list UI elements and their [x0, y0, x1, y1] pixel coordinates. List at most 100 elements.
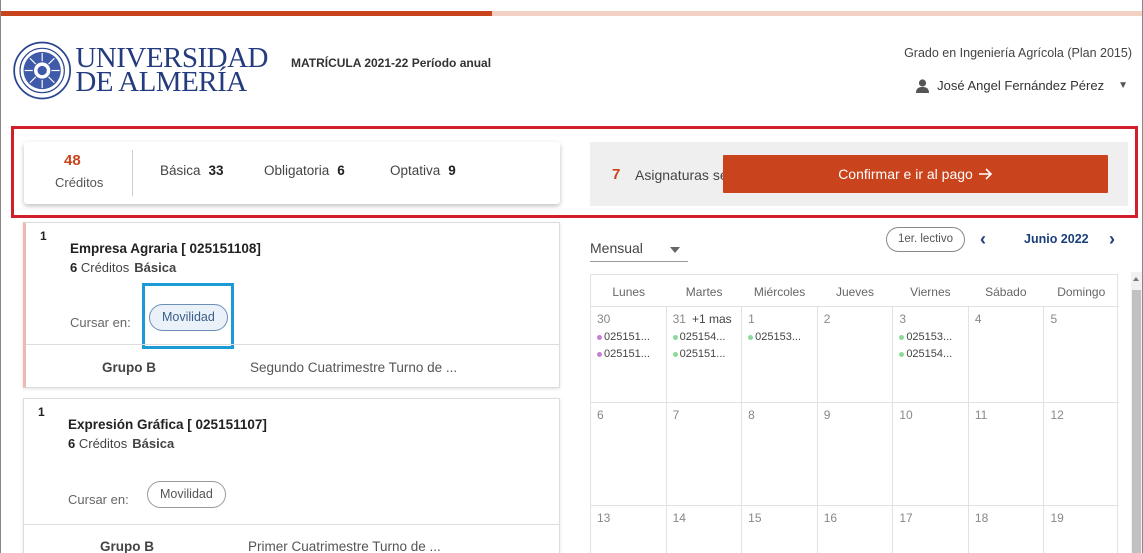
dot-icon: [672, 334, 678, 340]
calendar-day[interactable]: 15: [742, 506, 818, 553]
course-number: 1: [38, 405, 45, 419]
calendar-day[interactable]: 12: [1044, 403, 1119, 505]
calendar-day[interactable]: 11: [969, 403, 1045, 505]
credits-label: Créditos: [55, 175, 104, 190]
calendar-day[interactable]: 30 025151... 025151...: [591, 307, 667, 402]
calendar-day[interactable]: 5: [1044, 307, 1119, 402]
course-card[interactable]: 1 Empresa Agraria [ 025151108] 6 Crédito…: [23, 222, 560, 388]
divider: [132, 150, 133, 196]
calendar-event[interactable]: 025153...: [748, 331, 817, 343]
day-number: 14: [672, 511, 686, 525]
calendar-event[interactable]: 025154...: [672, 331, 742, 343]
calendar-day[interactable]: 6: [591, 403, 667, 505]
course-title: Expresión Gráfica [ 025151107]: [68, 417, 267, 432]
credits-total: 48: [64, 152, 81, 169]
day-number: 8: [748, 408, 755, 422]
user-name: José Angel Fernández Pérez: [937, 78, 1105, 93]
calendar-day[interactable]: 19: [1044, 506, 1119, 553]
cursar-label: Cursar en:: [70, 315, 131, 330]
view-select-value: Mensual: [590, 240, 643, 256]
matricula-title: MATRÍCULA 2021-22 Período anual: [291, 56, 492, 70]
calendar-day[interactable]: 7: [667, 403, 743, 505]
progress-bar: [1, 11, 1142, 16]
caret-down-icon: [670, 247, 680, 253]
calendar-day[interactable]: 9: [818, 403, 894, 505]
calendar-day[interactable]: 13: [591, 506, 667, 553]
progress-bar-fill: [1, 11, 493, 16]
dot-icon: [672, 351, 678, 357]
month-grid: Lunes Martes Miércoles Jueves Viernes Sá…: [590, 274, 1119, 553]
selected-count: 7: [612, 166, 621, 183]
calendar-event[interactable]: 025153...: [899, 331, 968, 343]
day-number: 17: [899, 511, 913, 525]
course-title: Empresa Agraria [ 025151108]: [70, 241, 261, 256]
calendar-event[interactable]: 025151...: [597, 348, 666, 360]
day-number: 19: [1050, 511, 1064, 525]
dot-icon: [748, 334, 754, 340]
university-name-line2: DE ALMERÍA: [75, 66, 247, 98]
weekday-label: Sábado: [985, 285, 1027, 299]
calendar-day[interactable]: 18: [969, 506, 1045, 553]
credits-obligatoria: Obligatoria 6: [264, 163, 345, 178]
view-select[interactable]: Mensual: [590, 237, 688, 262]
day-number: 9: [823, 408, 831, 422]
chevron-right-icon[interactable]: ›: [1109, 229, 1115, 250]
calendar-day[interactable]: 16: [818, 506, 894, 553]
calendar-day[interactable]: 14: [667, 506, 743, 553]
chevron-left-icon[interactable]: ‹: [980, 229, 986, 250]
credits-optativa: Optativa 9: [390, 163, 456, 178]
confirm-pay-button[interactable]: Confirmar e ir al pago: [723, 155, 1108, 193]
calendar-event[interactable]: 025154...: [899, 348, 968, 360]
day-number: 5: [1050, 312, 1058, 326]
divider: [26, 344, 559, 345]
calendar-day[interactable]: 31 +1 mas 025154... 025151...: [667, 307, 743, 402]
calendar-day[interactable]: 3 025153... 025154...: [893, 307, 969, 402]
user-menu[interactable]: José Angel Fernández Pérez ▼: [916, 78, 1128, 93]
university-logo[interactable]: UNIVERSIDAD DE ALMERÍA: [13, 20, 268, 120]
day-number: 2: [823, 312, 831, 326]
confirm-pay-label: Confirmar e ir al pago: [838, 166, 973, 182]
calendar-scrollbar[interactable]: [1131, 272, 1142, 553]
dot-icon: [597, 334, 602, 340]
movilidad-toggle[interactable]: Movilidad: [147, 481, 226, 508]
weekday-label: Lunes: [612, 285, 646, 299]
day-number: 31: [672, 312, 686, 326]
scrollbar-thumb[interactable]: [1132, 290, 1141, 553]
credits-summary: 48 Créditos Básica 33 Obligatoria 6 Optati…: [24, 142, 560, 204]
day-number: 7: [672, 408, 680, 422]
weekday-label: Miércoles: [753, 285, 806, 299]
divider: [24, 524, 559, 525]
calendar-day[interactable]: 17: [893, 506, 969, 553]
chevron-down-icon: ▼: [1118, 80, 1128, 91]
weekday-label: Martes: [685, 285, 723, 299]
weekday-header: Lunes Martes Miércoles Jueves Viernes Sá…: [591, 275, 1119, 305]
arrow-right-icon: [978, 168, 992, 180]
course-card[interactable]: 1 Expresión Gráfica [ 025151107] 6 Crédi…: [23, 398, 560, 553]
calendar-week: 6 7 8 9 10 11 12: [591, 402, 1119, 505]
calendar-week: 13 14 15 16 17 18 19: [591, 505, 1119, 553]
calendar-event[interactable]: 025151...: [672, 348, 742, 360]
lectivo-button[interactable]: 1er. lectivo: [886, 227, 965, 252]
calendar-day[interactable]: 2: [818, 307, 894, 402]
degree-name: Grado en Ingeniería Agrícola (Plan 2015): [904, 46, 1132, 60]
scroll-up-icon[interactable]: [1133, 277, 1139, 281]
more-events-link[interactable]: +1 mas: [692, 312, 732, 326]
day-number: 15: [748, 511, 762, 525]
calendar-day[interactable]: 4: [969, 307, 1045, 402]
dot-icon: [899, 351, 905, 357]
calendar-day[interactable]: 10: [893, 403, 969, 505]
day-number: 12: [1050, 408, 1064, 422]
calendar-day[interactable]: 8: [742, 403, 818, 505]
calendar-week: 30 025151... 025151... 31 +1 mas 025154..…: [591, 306, 1119, 402]
cursar-label: Cursar en:: [68, 492, 129, 507]
day-number: 3: [899, 312, 906, 326]
course-semester: Primer Cuatrimestre Turno de ...: [248, 539, 441, 553]
weekday-label: Domingo: [1057, 285, 1106, 299]
course-semester: Segundo Cuatrimestre Turno de ...: [250, 360, 458, 375]
course-group: Grupo B: [100, 539, 154, 553]
course-credits: 6 Créditos Básica: [68, 436, 175, 451]
calendar-event[interactable]: 025151...: [597, 331, 666, 343]
calendar-day[interactable]: 1 025153...: [742, 307, 818, 402]
dot-icon: [899, 334, 905, 340]
day-number: 11: [974, 408, 988, 422]
